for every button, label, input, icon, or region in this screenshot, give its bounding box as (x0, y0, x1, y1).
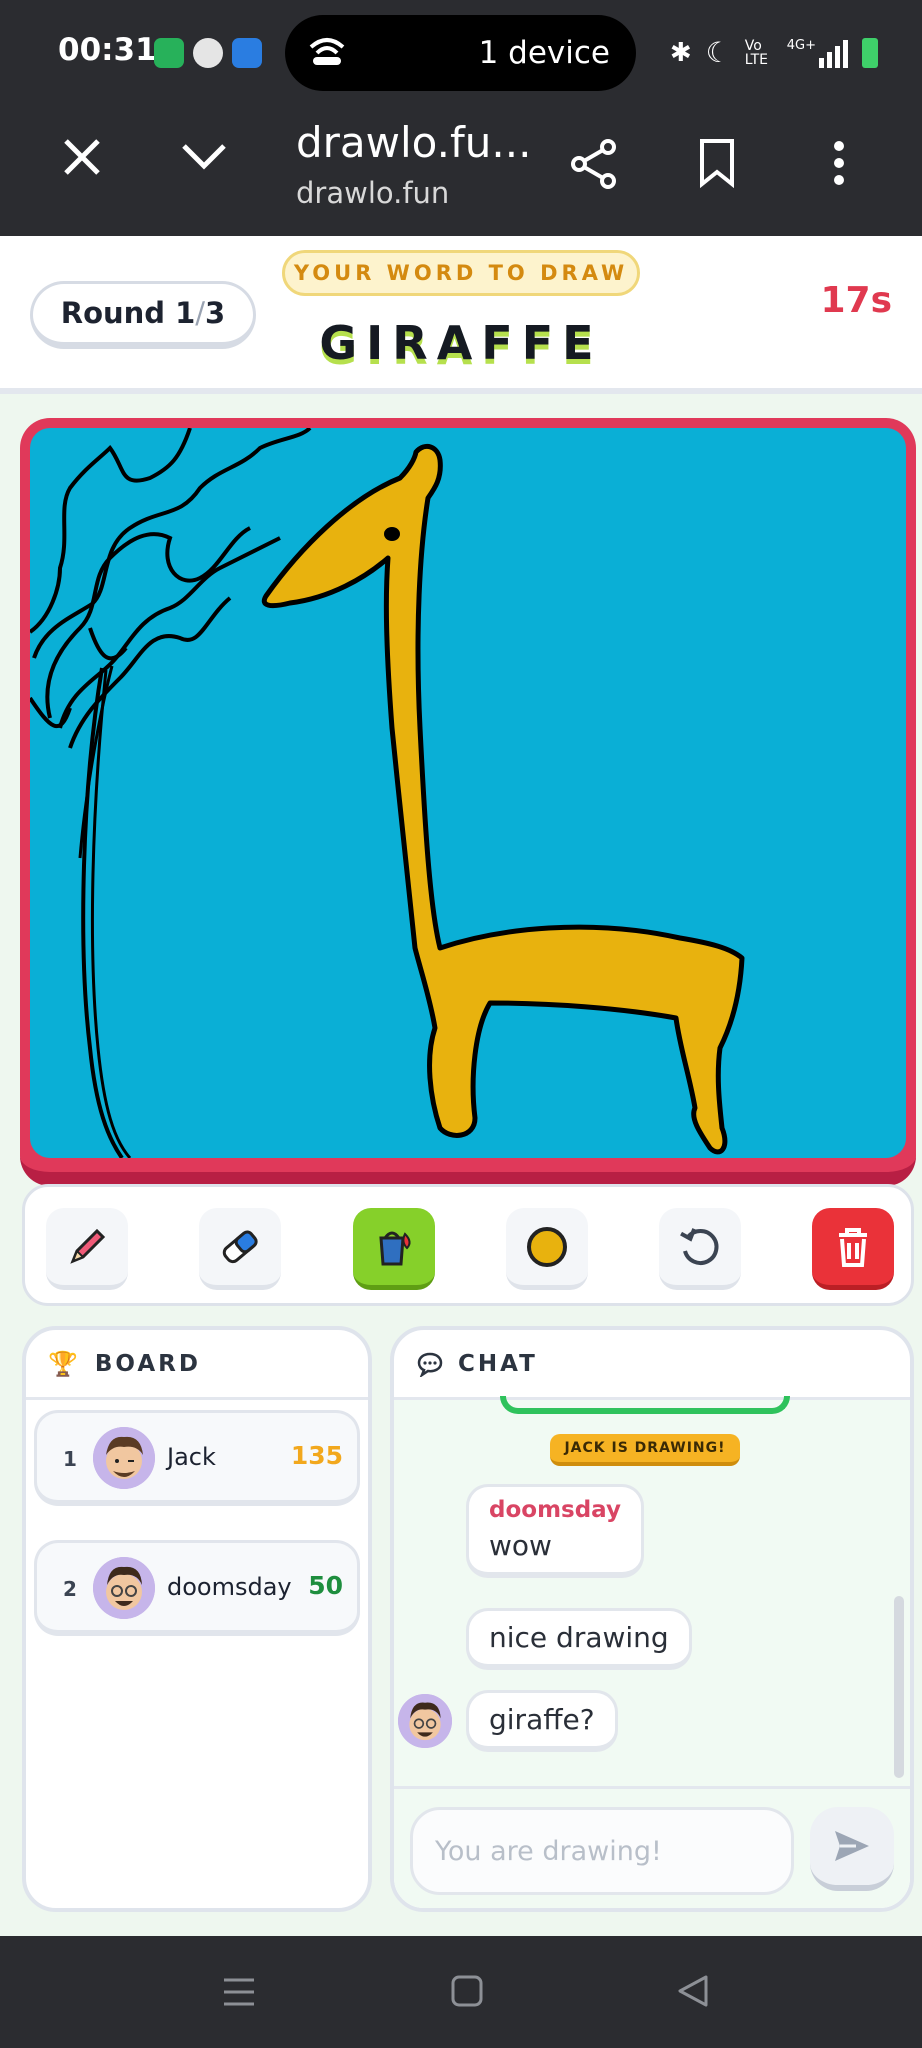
round-label: Round (60, 296, 166, 330)
pencil-icon (70, 1228, 106, 1264)
player-row[interactable]: 1 Jack 135 (34, 1410, 360, 1506)
paint-bucket-icon (379, 1231, 411, 1265)
chat-bubble-icon (417, 1352, 443, 1377)
drawing-toolbar (22, 1184, 914, 1306)
round-timer: 17s (820, 280, 892, 321)
moon-icon: ☾ (705, 36, 731, 69)
avatar (398, 1694, 452, 1748)
network-label: 4G+ (786, 37, 816, 53)
bookmark-icon[interactable] (698, 138, 736, 188)
player-name: doomsday (167, 1573, 292, 1601)
undo-button[interactable] (659, 1208, 741, 1290)
player-rank: 2 (63, 1577, 77, 1601)
player-score: 50 (308, 1571, 343, 1600)
battery-charging-icon (862, 37, 878, 68)
drawing-strokes (30, 428, 745, 1158)
round-current: 1 (175, 296, 196, 330)
fill-tool-button[interactable] (353, 1208, 435, 1290)
player-rank: 1 (63, 1447, 77, 1471)
canvas-frame (20, 418, 916, 1186)
chat-message: doomsday wow (466, 1484, 644, 1578)
back-icon[interactable] (676, 1974, 710, 2008)
giraffe-shape (261, 443, 745, 1155)
chat-title: CHAT (458, 1350, 538, 1377)
player-name: Jack (167, 1443, 216, 1471)
eraser-icon (222, 1229, 258, 1263)
undo-icon (680, 1227, 719, 1265)
pill-label: 1 device (478, 35, 610, 71)
giraffe-eye (384, 527, 400, 541)
avatar-face-icon (93, 1427, 155, 1489)
message-author: doomsday (489, 1497, 621, 1523)
color-swatch-icon (527, 1226, 567, 1267)
clear-canvas-button[interactable] (812, 1208, 894, 1290)
connected-devices-pill[interactable]: 1 device (285, 15, 636, 91)
bluetooth-icon: ✱ (669, 37, 692, 68)
leaderboard-panel: 🏆 BOARD 1 Jack 135 2 doomsday 50 (22, 1326, 372, 1912)
eraser-tool-button[interactable] (199, 1208, 281, 1290)
previous-message-edge (500, 1396, 790, 1414)
round-total: 3 (205, 296, 226, 330)
tree-foliage-stroke (30, 627, 128, 729)
color-picker-button[interactable] (506, 1208, 588, 1290)
chat-message: giraffe? (466, 1690, 618, 1752)
volte-icon: Vo LTE (744, 37, 769, 68)
tree-foliage-stroke (45, 526, 252, 719)
vpn-icon (193, 38, 223, 68)
tree-foliage-stroke (30, 428, 192, 634)
secret-word: GIRAFFE (319, 316, 603, 370)
message-text: giraffe? (489, 1703, 595, 1736)
round-badge: Round 1/3 (30, 281, 256, 349)
pencil-tool-button[interactable] (46, 1208, 128, 1290)
page-url[interactable]: drawlo.fun (296, 176, 449, 210)
trash-icon (839, 1227, 867, 1267)
player-score: 135 (290, 1441, 343, 1470)
wifi-icon (309, 38, 345, 65)
trophy-icon: 🏆 (48, 1349, 81, 1378)
close-icon[interactable] (60, 135, 104, 179)
chevron-down-icon[interactable] (180, 142, 228, 172)
chat-panel: CHAT JACK IS DRAWING! doomsday wow nice … (390, 1326, 914, 1912)
chat-header: CHAT (394, 1330, 910, 1400)
leaderboard-header: 🏆 BOARD (26, 1330, 368, 1400)
more-vertical-icon[interactable] (832, 140, 846, 186)
battery-saver-icon (154, 38, 184, 68)
chat-composer (394, 1786, 910, 1908)
message-text: wow (489, 1529, 552, 1562)
share-icon[interactable] (568, 138, 620, 190)
send-icon (835, 1831, 869, 1861)
avatar (93, 1557, 155, 1619)
browser-chrome: 00:31 1 device ✱ ☾ Vo LTE 4G+ drawlo.fu.… (0, 0, 922, 236)
game-header: Round 1/3 YOUR WORD TO DRAW GIRAFFE 17s (0, 236, 922, 394)
drawing-canvas[interactable] (30, 428, 906, 1158)
avatar (93, 1427, 155, 1489)
round-separator: / (195, 296, 206, 330)
status-time: 00:31 (58, 32, 157, 68)
chat-message: nice drawing (466, 1608, 692, 1670)
system-navigation-bar (0, 1936, 922, 2048)
status-icons: ✱ ☾ Vo LTE 4G+ (670, 36, 878, 69)
recent-apps-icon[interactable] (222, 1976, 256, 2008)
send-button[interactable] (810, 1807, 894, 1891)
round-value: 1/3 (175, 296, 225, 330)
home-icon[interactable] (450, 1974, 484, 2008)
signal-icon: 4G+ (787, 38, 848, 68)
chat-scrollbar[interactable] (894, 1596, 904, 1778)
android-icon (232, 38, 262, 68)
page-title[interactable]: drawlo.fu... (296, 118, 531, 167)
player-row[interactable]: 2 doomsday 50 (34, 1540, 360, 1636)
avatar-face-icon (93, 1557, 155, 1619)
chat-messages[interactable]: JACK IS DRAWING! doomsday wow nice drawi… (394, 1396, 910, 1786)
leaderboard-title: BOARD (94, 1350, 201, 1377)
message-text: nice drawing (489, 1621, 669, 1654)
word-tag: YOUR WORD TO DRAW (282, 250, 640, 296)
chat-input[interactable] (410, 1807, 794, 1895)
system-message: JACK IS DRAWING! (550, 1434, 740, 1466)
tree-trunk-stroke (90, 669, 132, 1158)
avatar-face-icon (398, 1694, 452, 1748)
